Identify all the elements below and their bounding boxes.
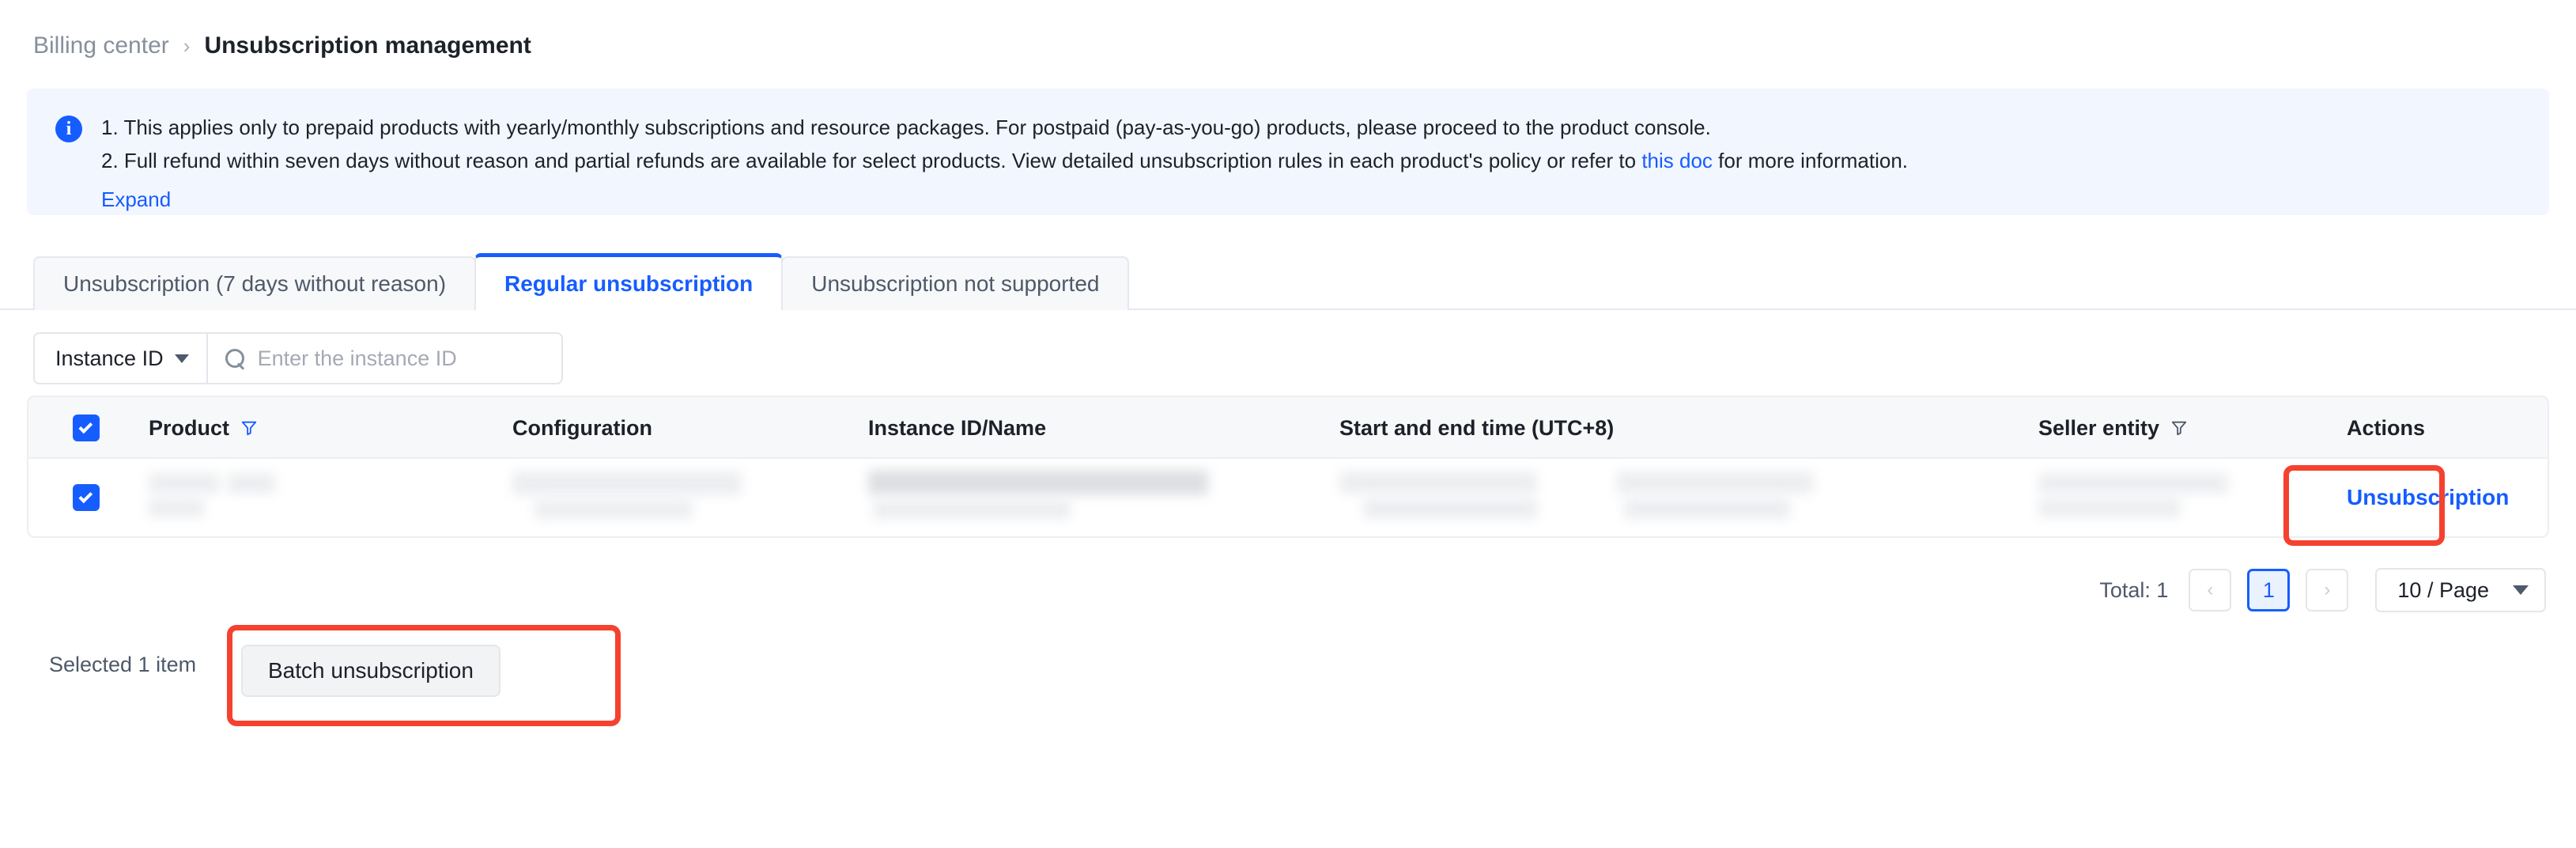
redacted-seller-content	[2038, 470, 2339, 525]
column-header-configuration: Configuration	[512, 397, 652, 459]
search-field-select-value: Instance ID	[55, 346, 164, 370]
info-banner-line-2-pre: 2. Full refund within seven days without…	[101, 149, 1642, 172]
column-header-actions: Actions	[2347, 397, 2425, 459]
tab-bar: Unsubscription (7 days without reason) R…	[0, 253, 2576, 312]
column-header-configuration-label: Configuration	[512, 415, 652, 440]
info-banner-line-1: 1. This applies only to prepaid products…	[101, 115, 1711, 139]
column-header-actions-label: Actions	[2347, 415, 2426, 440]
unsubscription-table: Product Configuration Instance ID/Name S…	[27, 396, 2549, 538]
cell-start-end-time	[1339, 459, 2035, 536]
filter-row: Instance ID	[33, 332, 563, 384]
redacted-time-content	[1339, 470, 2035, 525]
table-row: Unsubscription	[28, 459, 2548, 536]
redacted-configuration-content	[512, 470, 852, 525]
page-title: Unsubscription management	[204, 32, 531, 59]
redacted-product-content	[149, 470, 481, 525]
search-field-select[interactable]: Instance ID	[35, 334, 208, 383]
chevron-left-icon[interactable]: ‹	[2189, 569, 2232, 611]
tab-regular-unsubscription[interactable]: Regular unsubscription	[474, 253, 784, 312]
pagination: Total: 1 ‹ 1 › 10 / Page	[2099, 568, 2546, 612]
page-size-select[interactable]: 10 / Page	[2375, 568, 2546, 612]
column-header-instance-id-name: Instance ID/Name	[868, 397, 1046, 459]
chevron-right-icon[interactable]: ›	[2306, 569, 2349, 611]
search-input-wrapper	[208, 334, 561, 383]
redacted-instance-content	[868, 470, 1335, 525]
tab-unsubscription-7-days[interactable]: Unsubscription (7 days without reason)	[33, 256, 477, 310]
column-header-seller-entity: Seller entity	[2038, 397, 2188, 459]
column-header-product: Product	[149, 397, 258, 459]
unsubscription-link[interactable]: Unsubscription	[2347, 485, 2509, 510]
info-banner-body: 1. This applies only to prepaid products…	[101, 111, 1908, 214]
select-all-checkbox[interactable]	[73, 415, 100, 441]
unsubscription-management-page: Billing center › Unsubscription manageme…	[0, 0, 2576, 848]
cell-seller-entity	[2038, 459, 2339, 536]
tab-list: Unsubscription (7 days without reason) R…	[33, 253, 1130, 312]
pagination-page-1[interactable]: 1	[2247, 569, 2291, 611]
column-header-seller-entity-label: Seller entity	[2038, 415, 2160, 440]
expand-link[interactable]: Expand	[101, 185, 171, 214]
table-header-row: Product Configuration Instance ID/Name S…	[28, 397, 2548, 459]
cell-configuration	[512, 459, 852, 536]
select-all-checkbox-cell	[73, 397, 100, 459]
info-icon: i	[55, 115, 82, 142]
column-header-start-end-time-label: Start and end time (UTC+8)	[1339, 415, 1615, 440]
info-banner: i 1. This applies only to prepaid produc…	[27, 89, 2549, 215]
chevron-down-icon	[174, 354, 189, 363]
search-input[interactable]	[257, 346, 547, 371]
search-box: Instance ID	[33, 332, 563, 384]
search-icon	[225, 348, 245, 369]
breadcrumb-billing-center[interactable]: Billing center	[33, 32, 169, 60]
filter-icon[interactable]	[2170, 418, 2188, 437]
cell-instance-id-name	[868, 459, 1335, 536]
cell-product	[149, 459, 481, 536]
tab-unsubscription-not-supported[interactable]: Unsubscription not supported	[781, 256, 1130, 310]
column-header-product-label: Product	[149, 415, 230, 440]
batch-unsubscription-button[interactable]: Batch unsubscription	[241, 645, 500, 697]
breadcrumb: Billing center › Unsubscription manageme…	[33, 32, 531, 60]
this-doc-link[interactable]: this doc	[1641, 149, 1713, 172]
row-checkbox-cell	[73, 459, 100, 536]
info-banner-line-2: 2. Full refund within seven days without…	[101, 144, 1908, 177]
breadcrumb-separator-icon: ›	[183, 34, 191, 58]
row-checkbox[interactable]	[73, 484, 100, 511]
column-header-instance-id-name-label: Instance ID/Name	[868, 415, 1047, 440]
cell-actions: Unsubscription	[2347, 459, 2509, 536]
column-header-start-end-time: Start and end time (UTC+8)	[1339, 397, 1614, 459]
info-banner-line-2-post: for more information.	[1712, 149, 1909, 172]
selected-count-label: Selected 1 item	[49, 653, 197, 676]
filter-icon[interactable]	[240, 418, 258, 437]
pagination-total: Total: 1	[2099, 577, 2169, 602]
chevron-down-icon	[2513, 585, 2529, 595]
page-size-value: 10 / Page	[2397, 577, 2489, 602]
